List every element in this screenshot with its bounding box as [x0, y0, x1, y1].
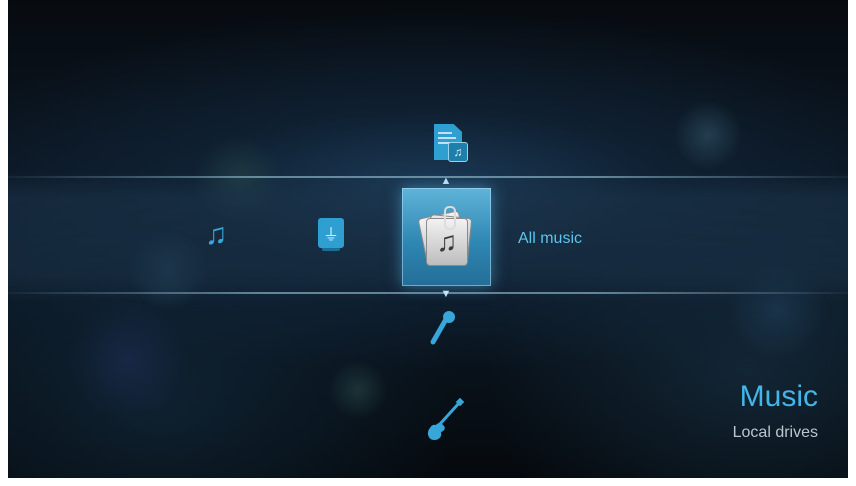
band-divider-top [8, 176, 848, 178]
music-file-icon[interactable]: ♫ [428, 120, 468, 164]
bokeh-light [673, 100, 743, 170]
bokeh-light [328, 360, 388, 420]
selected-item-label: All music [518, 230, 583, 247]
band-divider-bottom [8, 292, 848, 294]
down-arrow-icon[interactable]: ▼ [440, 288, 452, 300]
microphone-icon[interactable] [422, 306, 462, 350]
all-music-icon: ♫ [417, 206, 474, 267]
category-subtitle: Local drives [732, 424, 818, 441]
music-note-icon[interactable]: ♫ [200, 218, 232, 252]
category-title: Music [739, 380, 818, 413]
up-arrow-icon[interactable]: ▲ [440, 175, 452, 187]
media-menu-screen: ♫ ⏚ ♫ ▲ ♫ ▼ All music Music Local drives [8, 0, 848, 478]
usb-drive-icon[interactable]: ⏚ [315, 216, 347, 251]
selected-menu-item[interactable]: ♫ [402, 188, 491, 286]
bokeh-light [68, 300, 188, 420]
guitar-icon[interactable] [422, 396, 466, 444]
